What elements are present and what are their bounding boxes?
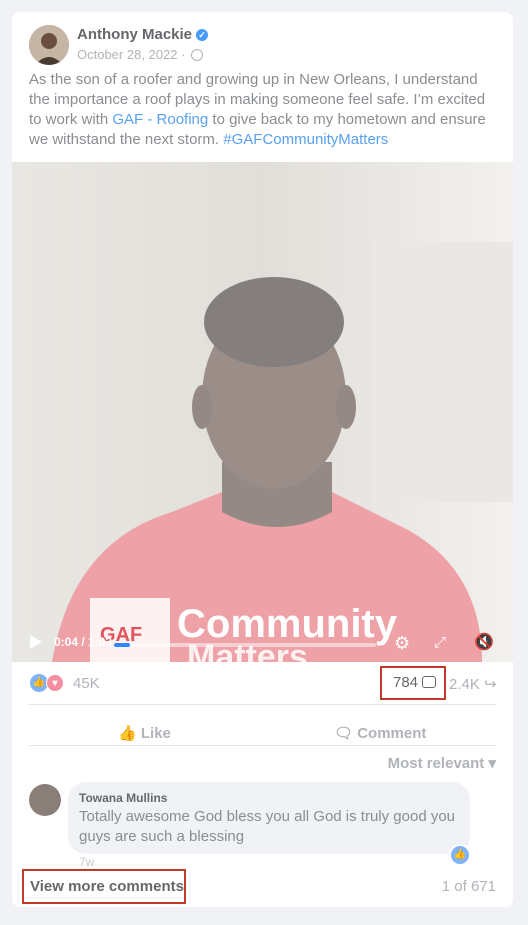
share-arrow-icon: ↪ — [484, 676, 497, 693]
comment-bubble-icon — [422, 676, 437, 688]
verified-badge-icon: ✓ — [196, 29, 209, 41]
author-name[interactable]: Anthony Mackie ✓ — [77, 26, 209, 43]
like-button[interactable]: 👍 Like — [118, 716, 171, 752]
play-icon[interactable] — [30, 635, 42, 649]
divider — [29, 704, 496, 705]
post-text: As the son of a roofer and growing up in… — [29, 71, 486, 148]
video-progress-fill — [114, 643, 130, 647]
comment-text: Totally awesome God bless you all God is… — [79, 808, 456, 845]
gaf-roofing-link[interactable]: GAF - Roofing — [112, 111, 208, 128]
post-card: Anthony Mackie ✓ October 28, 2022 · As th… — [12, 12, 513, 907]
love-reaction-icon[interactable]: ♥ — [46, 674, 64, 692]
hashtag-link[interactable]: #GAFCommunityMatters — [223, 131, 388, 148]
share-count[interactable]: 2.4K ↪ — [449, 675, 497, 693]
divider — [29, 745, 496, 746]
post-stats: 👍 ♥ 45K 784 2.4K ↪ — [12, 662, 513, 704]
thumbs-up-icon: 👍 — [118, 725, 137, 742]
video-time: 0:04 / 1:03 — [54, 635, 113, 649]
mute-icon[interactable]: 🔇 — [474, 633, 494, 653]
author-avatar[interactable] — [29, 25, 69, 65]
video-progress-bar[interactable] — [114, 643, 376, 647]
globe-icon — [191, 49, 204, 61]
comment-icon: 🗨 — [334, 725, 354, 742]
commenter-name[interactable]: Towana Mullins — [79, 791, 167, 805]
post-date[interactable]: October 28, 2022 · — [77, 47, 204, 62]
comment-pager: 1 of 671 — [441, 878, 496, 895]
comment-bubble: Towana Mullins Totally awesome God bless… — [68, 782, 470, 854]
comment-time[interactable]: 7w — [79, 855, 94, 869]
comment-count[interactable]: 784 — [380, 666, 446, 700]
view-more-comments-button[interactable]: View more comments — [22, 869, 186, 904]
video-controls: 0:04 / 1:03 ⚙ ⤢ 🔇 — [12, 627, 513, 662]
comment-like-reaction-icon[interactable]: 👍 — [449, 844, 471, 866]
commenter-avatar[interactable] — [29, 784, 61, 816]
settings-gear-icon[interactable]: ⚙ — [394, 633, 410, 653]
video-overlay — [12, 162, 513, 662]
fullscreen-icon[interactable]: ⤢ — [434, 633, 446, 653]
chevron-down-icon: ▾ — [488, 755, 496, 772]
comment-button[interactable]: 🗨 Comment — [334, 716, 426, 752]
comment-sort-dropdown[interactable]: Most relevant ▾ — [388, 754, 496, 772]
video-player[interactable]: GAF Community Matters 0:04 / 1:03 ⚙ ⤢ 🔇 — [12, 162, 513, 662]
post-header: Anthony Mackie ✓ October 28, 2022 · As th… — [12, 12, 513, 162]
reaction-count[interactable]: 45K — [73, 675, 100, 692]
